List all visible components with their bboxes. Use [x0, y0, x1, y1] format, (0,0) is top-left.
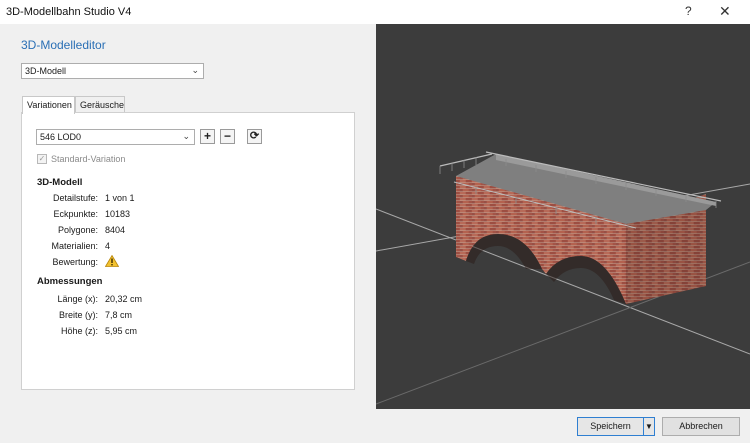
page-title: 3D-Modelleditor: [21, 38, 106, 52]
materials-label: Materialien:: [51, 241, 98, 251]
length-label: Länge (x):: [57, 294, 98, 304]
refresh-button[interactable]: ⟳: [247, 129, 262, 144]
vertices-value: 10183: [105, 209, 131, 219]
tab-geraeusche[interactable]: Geräusche: [75, 96, 125, 113]
rating-label: Bewertung:: [52, 257, 98, 267]
dimensions-section-title: Abmessungen: [37, 276, 103, 287]
detail-level-label: Detailstufe:: [52, 193, 98, 203]
model-section-title: 3D-Modell: [37, 177, 83, 188]
window-title: 3D-Modellbahn Studio V4: [6, 6, 132, 18]
chevron-down-icon: ⌄: [182, 131, 190, 141]
length-value: 20,32 cm: [105, 294, 143, 304]
polygons-label: Polygone:: [57, 225, 98, 235]
3d-viewport[interactable]: [376, 24, 750, 409]
width-value: 7,8 cm: [105, 310, 133, 320]
mode-select[interactable]: 3D-Modell ⌄: [21, 63, 204, 79]
chevron-down-icon: ⌄: [191, 65, 199, 75]
materials-value: 4: [105, 241, 111, 251]
dialog-footer: Speichern ▼ Abbrechen: [0, 409, 750, 443]
height-label: Höhe (z):: [60, 326, 98, 336]
width-label: Breite (y):: [58, 310, 98, 320]
save-button[interactable]: Speichern: [577, 417, 644, 436]
editor-panel: 3D-Modelleditor 3D-Modell ⌄ Variationen …: [0, 24, 376, 409]
warning-icon: [105, 255, 119, 267]
bridge-model-render: [376, 151, 750, 405]
height-value: 5,95 cm: [105, 326, 138, 336]
variation-select-value: 546 LOD0: [40, 132, 82, 142]
variations-panel: 546 LOD0 ⌄ + − ⟳ ✓ Standard-Variation 3D…: [21, 112, 355, 390]
save-dropdown-button[interactable]: ▼: [643, 417, 655, 436]
vertices-label: Eckpunkte:: [53, 209, 98, 219]
help-button[interactable]: ?: [685, 4, 692, 18]
remove-variation-button[interactable]: −: [220, 129, 235, 144]
add-variation-button[interactable]: +: [200, 129, 215, 144]
tab-variationen[interactable]: Variationen: [22, 96, 75, 114]
close-button[interactable]: ✕: [719, 3, 731, 20]
standard-variation-checkbox[interactable]: ✓: [37, 154, 47, 164]
standard-variation-label: Standard-Variation: [51, 154, 126, 164]
variation-select[interactable]: 546 LOD0 ⌄: [36, 129, 195, 145]
title-bar: 3D-Modellbahn Studio V4 ? ✕: [0, 0, 750, 24]
cancel-button[interactable]: Abbrechen: [662, 417, 740, 436]
detail-level-value: 1 von 1: [105, 193, 135, 203]
mode-select-value: 3D-Modell: [25, 66, 67, 76]
polygons-value: 8404: [105, 225, 126, 235]
